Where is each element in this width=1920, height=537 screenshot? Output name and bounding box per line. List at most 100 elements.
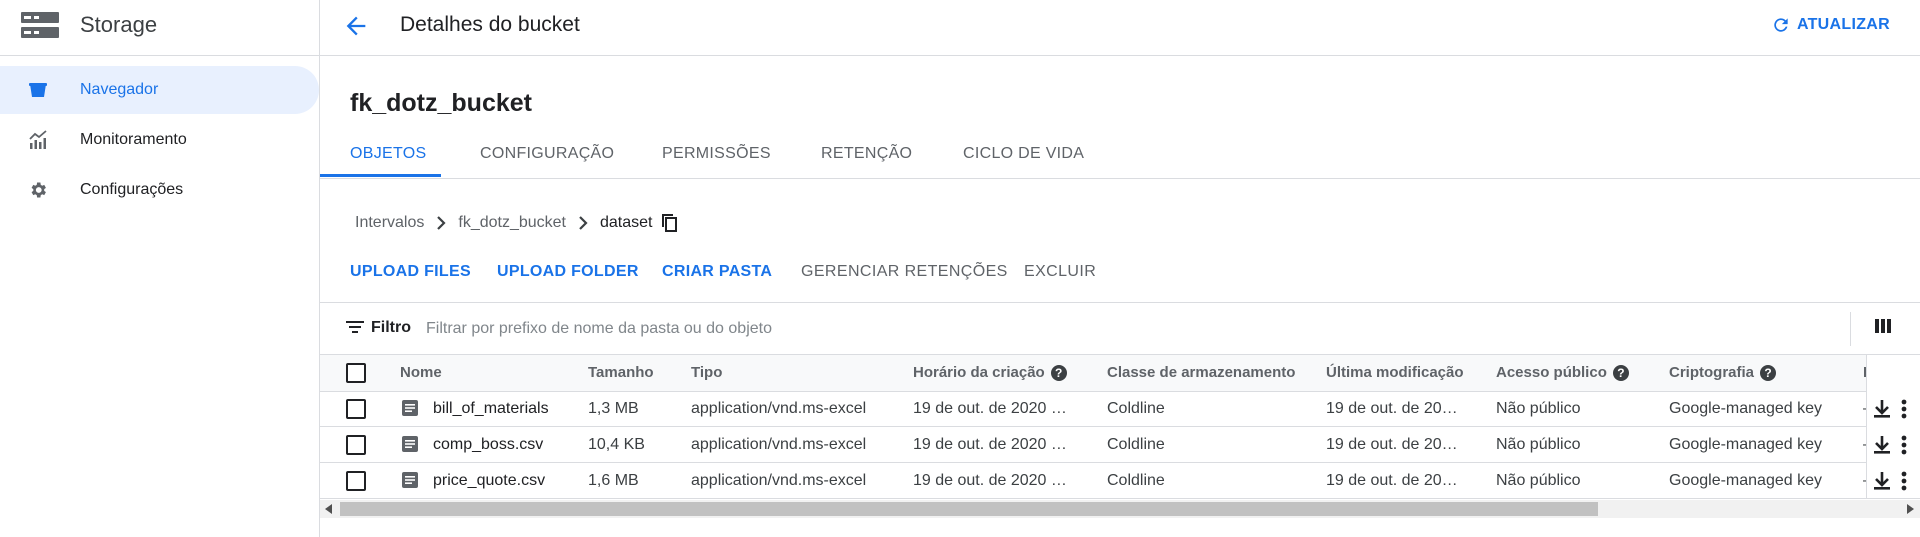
column-header-encryption[interactable]: Criptografia? xyxy=(1669,355,1777,391)
file-icon xyxy=(402,472,418,488)
file-type: application/vnd.ms-excel xyxy=(691,472,867,489)
filter-label: Filtro xyxy=(371,319,411,336)
file-public-access: Não público xyxy=(1496,400,1581,417)
column-header-modified[interactable]: Última modificação xyxy=(1326,355,1464,391)
row-checkbox[interactable] xyxy=(346,399,366,419)
file-type: application/vnd.ms-excel xyxy=(691,436,867,453)
scrollbar-thumb[interactable] xyxy=(340,502,1598,516)
app-title: Storage xyxy=(80,12,158,37)
table-row[interactable]: price_quote.csv 1,6 MB application/vnd.m… xyxy=(320,463,1920,499)
refresh-button[interactable]: ATUALIZAR xyxy=(1771,13,1890,37)
page-header: Detalhes do bucket ATUALIZAR xyxy=(320,0,1920,56)
file-size: 1,3 MB xyxy=(588,400,639,417)
breadcrumb-item-bucket[interactable]: fk_dotz_bucket xyxy=(458,214,566,232)
chart-icon xyxy=(29,130,47,149)
page-title: Detalhes do bucket xyxy=(400,13,580,36)
file-public-access: Não público xyxy=(1496,436,1581,453)
sidebar-item-navegador[interactable]: Navegador xyxy=(0,66,319,114)
filter-input[interactable] xyxy=(424,314,1828,344)
refresh-label: ATUALIZAR xyxy=(1796,16,1890,33)
filter-icon xyxy=(346,321,364,333)
file-public-access: Não público xyxy=(1496,472,1581,489)
back-arrow-icon[interactable] xyxy=(342,12,370,40)
file-modified: 19 de out. de 20… xyxy=(1326,400,1458,417)
more-vert-icon[interactable] xyxy=(1901,471,1907,491)
more-vert-icon[interactable] xyxy=(1901,399,1907,419)
column-display-icon[interactable] xyxy=(1874,318,1892,334)
sidebar-header: Storage xyxy=(0,0,319,56)
tab-permissoes[interactable]: PERMISSÕES xyxy=(662,130,771,178)
tab-objetos[interactable]: OBJETOS xyxy=(350,130,427,178)
file-storage-class: Coldline xyxy=(1107,436,1165,453)
file-type: application/vnd.ms-excel xyxy=(691,400,867,417)
sidebar-item-label: Monitoramento xyxy=(80,131,187,148)
more-vert-icon[interactable] xyxy=(1901,435,1907,455)
file-size: 1,6 MB xyxy=(588,472,639,489)
sidebar-item-label: Configurações xyxy=(80,181,184,198)
refresh-icon xyxy=(1774,18,1788,32)
column-header-public-access[interactable]: Acesso público? xyxy=(1496,355,1629,391)
column-header-type[interactable]: Tipo xyxy=(691,355,722,391)
help-icon[interactable]: ? xyxy=(1760,365,1777,382)
chevron-right-icon xyxy=(437,216,446,230)
column-header-size[interactable]: Tamanho xyxy=(588,355,654,391)
file-name-link[interactable]: price_quote.csv xyxy=(433,463,573,498)
help-icon[interactable]: ? xyxy=(1050,365,1067,382)
active-tab-indicator xyxy=(320,174,441,177)
column-header-name[interactable]: Nome xyxy=(400,355,442,391)
column-header-label: Criptografia xyxy=(1669,364,1755,381)
file-modified: 19 de out. de 20… xyxy=(1326,436,1458,453)
file-created: 19 de out. de 2020 … xyxy=(913,400,1067,417)
tab-ciclo-de-vida[interactable]: CICLO DE VIDA xyxy=(963,130,1084,178)
tab-bar: OBJETOS CONFIGURAÇÃO PERMISSÕES RETENÇÃO… xyxy=(320,130,1920,179)
manage-retention-button[interactable]: GERENCIAR RETENÇÕES xyxy=(801,258,1008,286)
chevron-right-icon xyxy=(579,216,588,230)
sidebar-item-configuracoes[interactable]: Configurações xyxy=(0,166,319,214)
breadcrumb: Intervalos fk_dotz_bucket dataset xyxy=(355,210,678,236)
select-all-checkbox[interactable] xyxy=(346,363,366,383)
create-folder-button[interactable]: CRIAR PASTA xyxy=(662,258,772,286)
download-icon[interactable] xyxy=(1873,399,1891,419)
upload-files-button[interactable]: UPLOAD FILES xyxy=(350,258,471,286)
table-row[interactable]: bill_of_materials 1,3 MB application/vnd… xyxy=(320,391,1920,427)
sidebar-item-monitoramento[interactable]: Monitoramento xyxy=(0,116,319,164)
file-encryption: Google-managed key xyxy=(1669,472,1822,489)
row-checkbox[interactable] xyxy=(346,471,366,491)
table-header: Nome Tamanho Tipo Horário da criação? Cl… xyxy=(320,355,1920,392)
gear-icon xyxy=(31,182,46,198)
breadcrumb-item-intervalos[interactable]: Intervalos xyxy=(355,214,424,232)
copy-icon[interactable] xyxy=(662,214,678,232)
download-icon[interactable] xyxy=(1873,471,1891,491)
delete-button[interactable]: EXCLUIR xyxy=(1024,258,1096,286)
help-icon[interactable]: ? xyxy=(1612,365,1629,382)
breadcrumb-item-current: dataset xyxy=(600,214,653,231)
column-header-storage-class[interactable]: Classe de armazenamento xyxy=(1107,355,1295,391)
bucket-icon xyxy=(29,83,47,97)
file-storage-class: Coldline xyxy=(1107,400,1165,417)
storage-logo-icon xyxy=(21,12,59,38)
scroll-left-arrow-icon[interactable] xyxy=(325,504,333,514)
sidebar-item-label: Navegador xyxy=(80,81,159,98)
row-checkbox[interactable] xyxy=(346,435,366,455)
file-icon xyxy=(402,436,418,452)
upload-folder-button[interactable]: UPLOAD FOLDER xyxy=(497,258,639,286)
column-header-label: Horário da criação xyxy=(913,364,1045,381)
file-icon xyxy=(402,400,418,416)
tab-configuracao[interactable]: CONFIGURAÇÃO xyxy=(480,130,614,178)
file-storage-class: Coldline xyxy=(1107,472,1165,489)
tab-retencao[interactable]: RETENÇÃO xyxy=(821,130,912,178)
scroll-right-arrow-icon[interactable] xyxy=(1906,504,1914,514)
file-modified: 19 de out. de 20… xyxy=(1326,472,1458,489)
file-created: 19 de out. de 2020 … xyxy=(913,436,1067,453)
bucket-name: fk_dotz_bucket xyxy=(350,89,532,117)
table-row[interactable]: comp_boss.csv 10,4 KB application/vnd.ms… xyxy=(320,427,1920,463)
column-header-created[interactable]: Horário da criação? xyxy=(913,355,1067,391)
download-icon[interactable] xyxy=(1873,435,1891,455)
file-size: 10,4 KB xyxy=(588,436,645,453)
file-name-link[interactable]: comp_boss.csv xyxy=(433,427,573,462)
row-actions-column xyxy=(1866,355,1920,498)
file-encryption: Google-managed key xyxy=(1669,400,1822,417)
file-name-link[interactable]: bill_of_materials xyxy=(433,391,573,426)
divider xyxy=(1850,312,1851,346)
sidebar: Storage Navegador Monitoramento Configur… xyxy=(0,0,320,537)
